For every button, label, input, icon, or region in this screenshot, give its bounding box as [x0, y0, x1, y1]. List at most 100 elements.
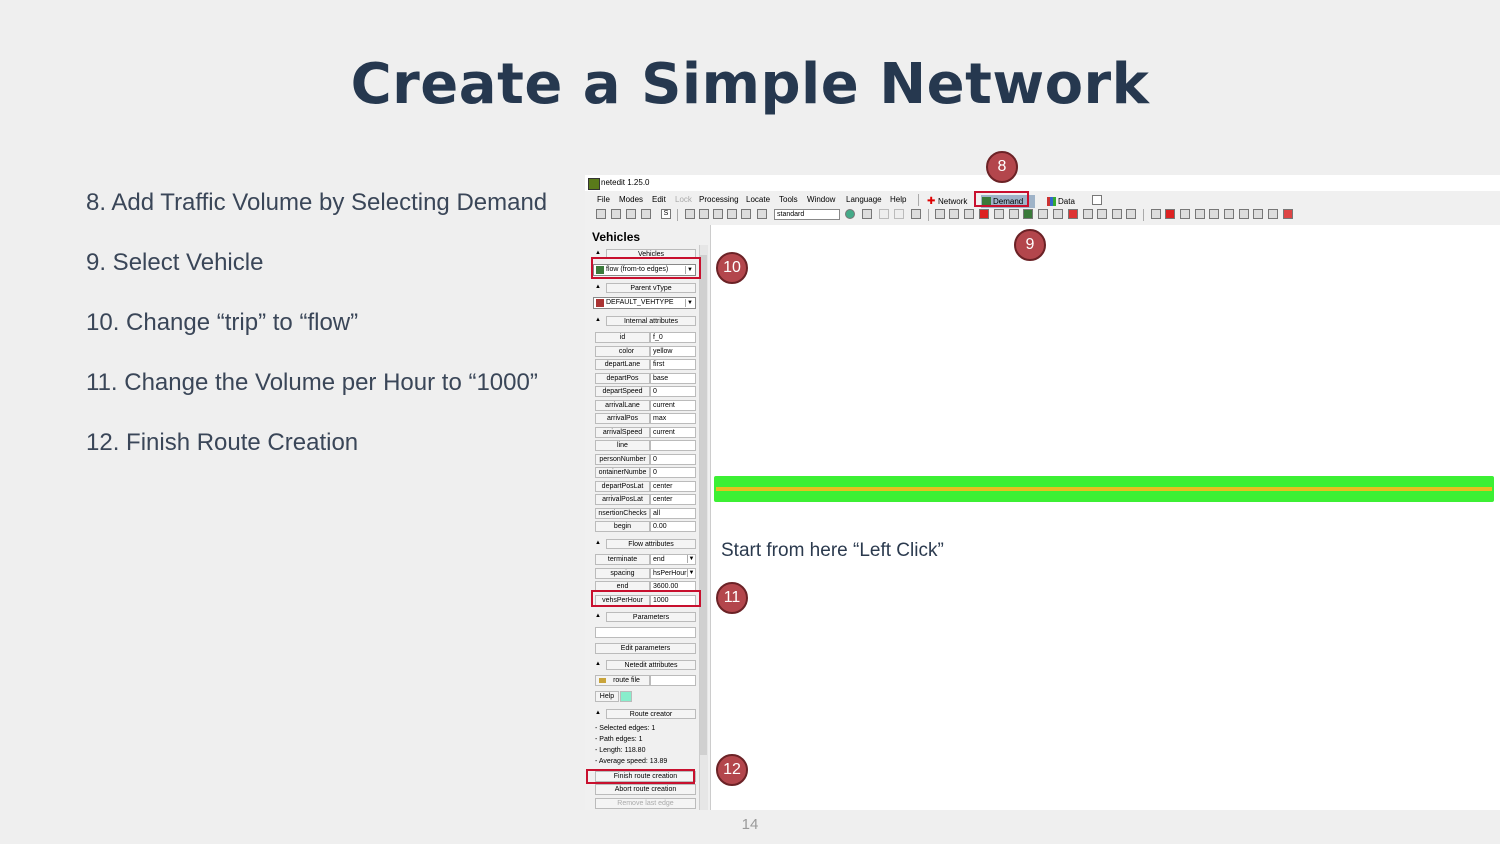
menu-language[interactable]: Language	[846, 195, 882, 204]
abort-route-button[interactable]: Abort route creation	[595, 784, 696, 795]
select-icon[interactable]	[964, 209, 974, 219]
parameters-header[interactable]: ▲ Parameters	[592, 612, 696, 623]
path-edges-info: - Path edges: 1	[595, 736, 643, 743]
view-grid-icon[interactable]	[1151, 209, 1161, 219]
menu-modes[interactable]: Modes	[619, 195, 643, 204]
menu-locate[interactable]: Locate	[746, 195, 770, 204]
route-distribution-icon[interactable]	[1009, 209, 1019, 219]
attribute-value-input[interactable]: current	[650, 426, 696, 438]
arrow-icon[interactable]	[979, 209, 989, 219]
junction-icon[interactable]	[1165, 209, 1175, 219]
network-canvas[interactable]: Start from here “Left Click”	[710, 225, 1500, 810]
remove-last-edge-button[interactable]: Remove last edge	[595, 798, 696, 809]
help-icon[interactable]	[620, 691, 632, 702]
flow-attributes-header[interactable]: ▲ Flow attributes	[592, 539, 696, 550]
parameters-value[interactable]	[595, 627, 696, 638]
network-supermode-button[interactable]: ✚ Network	[926, 195, 967, 208]
new-icon[interactable]	[596, 209, 606, 219]
car-icon	[596, 299, 604, 307]
chevron-down-icon[interactable]: ▼	[687, 555, 695, 563]
data-supermode-button[interactable]: Data	[1046, 195, 1075, 208]
route-creator-header[interactable]: ▲ Route creator	[592, 709, 696, 720]
edit-parameters-button[interactable]: Edit parameters	[595, 643, 696, 654]
attribute-value-input[interactable]: 0	[650, 453, 696, 465]
route-file-button[interactable]: route file	[595, 675, 650, 686]
collapse-arrow-icon[interactable]: ▲	[595, 613, 601, 619]
chevron-down-icon[interactable]: ▼	[687, 568, 695, 577]
show-routes-icon[interactable]	[1209, 209, 1219, 219]
move-icon[interactable]	[685, 209, 695, 219]
route-file-input[interactable]	[650, 675, 696, 686]
menu-file[interactable]: File	[597, 195, 610, 204]
scrollbar-thumb[interactable]	[700, 255, 707, 755]
vehicle-mode-icon[interactable]	[1023, 209, 1033, 219]
parameters-field[interactable]	[595, 627, 696, 638]
menu-tools[interactable]: Tools	[779, 195, 798, 204]
type-distribution-icon[interactable]	[1053, 209, 1063, 219]
show-trips-icon[interactable]	[1253, 209, 1263, 219]
netedit-attributes-header[interactable]: ▲ Netedit attributes	[592, 660, 696, 671]
attribute-value-input[interactable]	[650, 440, 696, 451]
open-icon[interactable]	[611, 209, 621, 219]
internal-attributes-header[interactable]: ▲ Internal attributes	[592, 316, 696, 327]
attribute-value-input[interactable]: 0.00	[650, 521, 696, 532]
attribute-value-input[interactable]: current	[650, 399, 696, 411]
attribute-value-input[interactable]: center	[650, 494, 696, 505]
menu-lock[interactable]: Lock	[675, 195, 692, 204]
attribute-value-input[interactable]: first	[650, 359, 696, 370]
person-plan-icon[interactable]	[1097, 209, 1107, 219]
attribute-value-input[interactable]: base	[650, 372, 696, 384]
settings-icon[interactable]	[911, 209, 921, 219]
collapse-arrow-icon[interactable]: ▲	[595, 284, 601, 290]
s-button[interactable]: S	[661, 209, 671, 219]
collapse-arrow-icon[interactable]: ▲	[595, 710, 601, 716]
pencil-icon[interactable]	[949, 209, 959, 219]
panel-scrollbar[interactable]	[699, 245, 708, 810]
undo-icon[interactable]	[879, 209, 889, 219]
inspect-icon[interactable]	[935, 209, 945, 219]
attribute-value-input[interactable]: f_0	[650, 332, 696, 343]
grid-icon[interactable]	[757, 209, 767, 219]
show-person-icon[interactable]	[1224, 209, 1234, 219]
scheme-select[interactable]: standard	[774, 209, 840, 220]
container-plan-icon[interactable]	[1126, 209, 1136, 219]
show-plans-icon[interactable]	[1268, 209, 1278, 219]
person-icon[interactable]	[1083, 209, 1093, 219]
route-file-row[interactable]: route file	[595, 675, 696, 686]
attribute-value-input[interactable]: 0	[650, 467, 696, 478]
save-all-icon[interactable]	[641, 209, 651, 219]
stop-icon[interactable]	[1068, 209, 1078, 219]
menu-window[interactable]: Window	[807, 195, 835, 204]
help-button[interactable]: Help	[595, 691, 619, 702]
show-stops-icon[interactable]	[1283, 209, 1293, 219]
attribute-value-input[interactable]: yellow	[650, 345, 696, 357]
screenshot-icon[interactable]	[862, 209, 872, 219]
delete-icon[interactable]	[727, 209, 737, 219]
route-icon[interactable]	[994, 209, 1004, 219]
lock-person-icon[interactable]	[1195, 209, 1205, 219]
collapse-arrow-icon[interactable]: ▲	[595, 540, 601, 546]
save-icon[interactable]	[626, 209, 636, 219]
parent-vtype-select[interactable]: DEFAULT_VEHTYPE ▼	[593, 297, 696, 309]
redo-icon[interactable]	[894, 209, 904, 219]
menu-help[interactable]: Help	[890, 195, 906, 204]
attribute-value-input[interactable]: max	[650, 413, 696, 424]
attribute-value-input[interactable]: all	[650, 507, 696, 519]
collapse-arrow-icon[interactable]: ▲	[595, 317, 601, 323]
maximize-icon[interactable]	[1092, 195, 1102, 205]
parent-vtype-header[interactable]: ▲ Parent vType	[592, 283, 696, 294]
type-icon[interactable]	[1038, 209, 1048, 219]
undo-history-icon[interactable]	[741, 209, 751, 219]
collapse-arrow-icon[interactable]: ▲	[595, 661, 601, 667]
menu-processing[interactable]: Processing	[699, 195, 739, 204]
attribute-value-input[interactable]: 0	[650, 386, 696, 397]
menu-edit[interactable]: Edit	[652, 195, 666, 204]
show-container-icon[interactable]	[1239, 209, 1249, 219]
attribute-value-input[interactable]: center	[650, 480, 696, 492]
locate-icon[interactable]	[713, 209, 723, 219]
collapse-arrow-icon[interactable]: ▲	[595, 250, 601, 256]
container-icon[interactable]	[1112, 209, 1122, 219]
zoom-icon[interactable]	[699, 209, 709, 219]
show-vehicles-icon[interactable]	[1180, 209, 1190, 219]
color-wheel-icon[interactable]	[845, 209, 855, 219]
